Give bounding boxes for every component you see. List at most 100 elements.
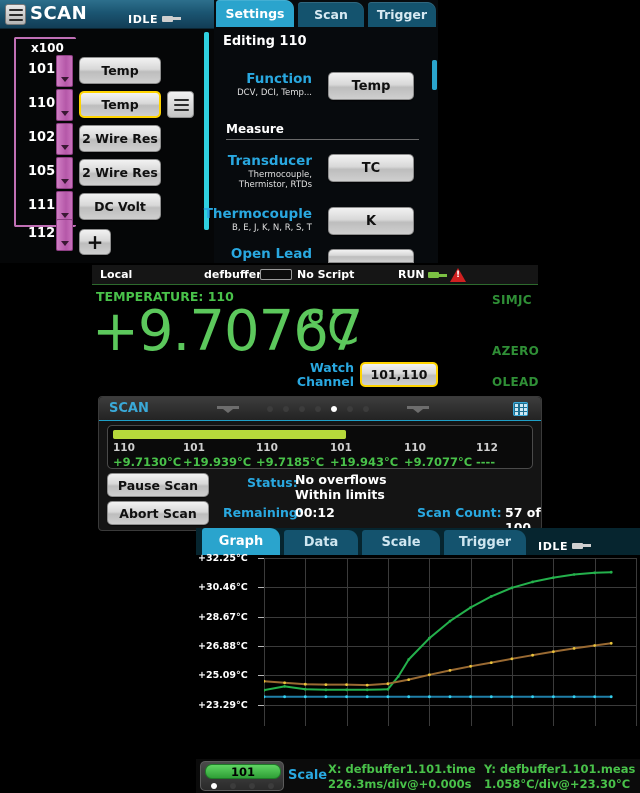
page-dot[interactable] [267, 406, 273, 412]
settings-scrollbar[interactable] [432, 60, 437, 90]
reading-cell: 110+9.7185°C [256, 442, 324, 469]
watch-channel-label: WatchChannel [282, 361, 354, 389]
editing-label: Editing 110 [223, 34, 307, 49]
channel-switch-icon[interactable] [56, 219, 73, 251]
chevron-down-icon-right[interactable] [407, 406, 429, 413]
channel-switch-icon[interactable] [56, 123, 73, 155]
tab-graph[interactable]: Graph [202, 528, 280, 555]
scan-count-label: Scan Count: [417, 505, 502, 520]
page-dot[interactable] [315, 406, 321, 412]
chart-point [593, 571, 596, 574]
channel-function-button[interactable]: 2 Wire Res [79, 125, 161, 152]
local-indicator[interactable]: Local [100, 268, 132, 281]
chart-point [366, 688, 369, 691]
graph-channel-selector[interactable]: 101 [200, 761, 284, 791]
channel-row: 1022 Wire Res [0, 123, 214, 155]
chart-point [531, 581, 534, 584]
graph-channel-dot[interactable] [230, 783, 236, 789]
channel-function-button[interactable]: Temp [79, 57, 161, 84]
reading-value: +9.7185°C [256, 455, 324, 469]
reading-cell: 101+19.943°C [330, 442, 398, 469]
x-scale-label: 226.3ms/div@+0.000s [328, 777, 471, 791]
channel-number: 110 [28, 96, 55, 111]
chart-point [449, 669, 452, 672]
chart-point [428, 673, 431, 676]
page-dot[interactable] [283, 406, 289, 412]
thermocouple-value-button[interactable]: K [328, 207, 414, 235]
tab-data[interactable]: Data [284, 530, 358, 555]
page-dot[interactable] [363, 406, 369, 412]
warning-triangle-icon[interactable]: ! [450, 268, 466, 282]
tab-scale[interactable]: Scale [362, 530, 440, 555]
channel-number: 105 [28, 164, 55, 179]
slot-multiplier-label: x100 [31, 41, 64, 55]
graph-channel-dot[interactable] [268, 783, 274, 789]
page-dots[interactable] [267, 406, 367, 413]
page-dot[interactable] [299, 406, 305, 412]
watch-channel-button[interactable]: 101,110 [360, 362, 438, 387]
channel-function-button[interactable]: Temp [79, 91, 161, 118]
channel-switch-icon[interactable] [56, 89, 73, 121]
channel-switch-icon[interactable] [56, 157, 73, 189]
tab-scan[interactable]: Scan [298, 2, 364, 27]
reading-channel: 110 [256, 442, 324, 454]
graph-channel-badge[interactable]: 101 [205, 764, 281, 779]
grid-view-icon[interactable] [513, 402, 528, 416]
scan-panel-scrollbar[interactable] [204, 32, 209, 230]
channel-function-button[interactable]: DC Volt [79, 193, 161, 220]
open-lead-value-button[interactable] [328, 249, 414, 263]
channel-menu-icon[interactable] [167, 91, 194, 118]
reading-cell: 110+9.7130°C [113, 442, 181, 469]
page-dot[interactable] [331, 406, 337, 412]
scan-channel-panel: SCAN IDLE x100 101Temp110Temp1022 Wire R… [0, 0, 214, 263]
plug-icon [162, 15, 181, 23]
chart-point [531, 695, 534, 698]
graph-plug-icon [572, 542, 591, 550]
pause-scan-button[interactable]: Pause Scan [107, 473, 209, 497]
buffer-readings-strip: 110+9.7130°C101+19.939°C110+9.7185°C101+… [107, 425, 533, 469]
chart-point [345, 683, 348, 686]
run-indicator[interactable]: RUN [398, 268, 447, 281]
watch-line2: Channel [297, 374, 354, 389]
graph-channel-dot[interactable] [249, 783, 255, 789]
chart-point [610, 571, 613, 574]
graph-panel: Graph Data Scale Trigger IDLE +32.25°C+3… [196, 528, 640, 793]
watch-line1: Watch [310, 360, 354, 375]
chart-point [407, 678, 410, 681]
tab-trigger[interactable]: Trigger [368, 2, 436, 27]
script-indicator[interactable]: No Script [297, 268, 354, 281]
chart-point [469, 606, 472, 609]
chart-traces [264, 558, 636, 726]
chart-point [366, 684, 369, 687]
chart-point [366, 695, 369, 698]
reading-value: +19.939°C [183, 455, 251, 469]
measurement-readout: Local defbuffer1 No Script RUN ! TEMPERA… [92, 265, 538, 395]
indicator-azero: AZERO [492, 344, 539, 358]
status-line-2: Within limits [295, 487, 385, 502]
tab-graph-trigger[interactable]: Trigger [444, 530, 526, 555]
reading-channel: 112 [476, 442, 498, 454]
menu-icon[interactable] [5, 4, 26, 25]
function-value-button[interactable]: Temp [328, 72, 414, 100]
instrument-screen: SCAN IDLE x100 101Temp110Temp1022 Wire R… [0, 0, 640, 793]
chart-point [610, 695, 613, 698]
channel-number: 111 [28, 198, 55, 213]
graph-idle-label: IDLE [538, 540, 568, 553]
chevron-down-icon-left[interactable] [217, 406, 239, 413]
channel-function-button[interactable]: 2 Wire Res [79, 159, 161, 186]
buffer-progress-bar [113, 430, 346, 439]
tab-settings[interactable]: Settings [216, 0, 294, 27]
chart-point [573, 695, 576, 698]
chart-point [304, 695, 307, 698]
chart-point [387, 682, 390, 685]
channel-switch-icon[interactable] [56, 55, 73, 87]
reading-channel: 110 [113, 442, 181, 454]
add-channel-button[interactable]: + [79, 229, 111, 255]
transducer-value-button[interactable]: TC [328, 154, 414, 182]
chart-point [610, 642, 613, 645]
abort-scan-button[interactable]: Abort Scan [107, 501, 209, 525]
graph-channel-dot[interactable] [211, 783, 217, 789]
chart-plot-area[interactable]: +32.25°C+30.46°C+28.67°C+26.88°C+25.09°C… [196, 555, 640, 759]
graph-channel-dots[interactable] [211, 783, 275, 789]
page-dot[interactable] [347, 406, 353, 412]
